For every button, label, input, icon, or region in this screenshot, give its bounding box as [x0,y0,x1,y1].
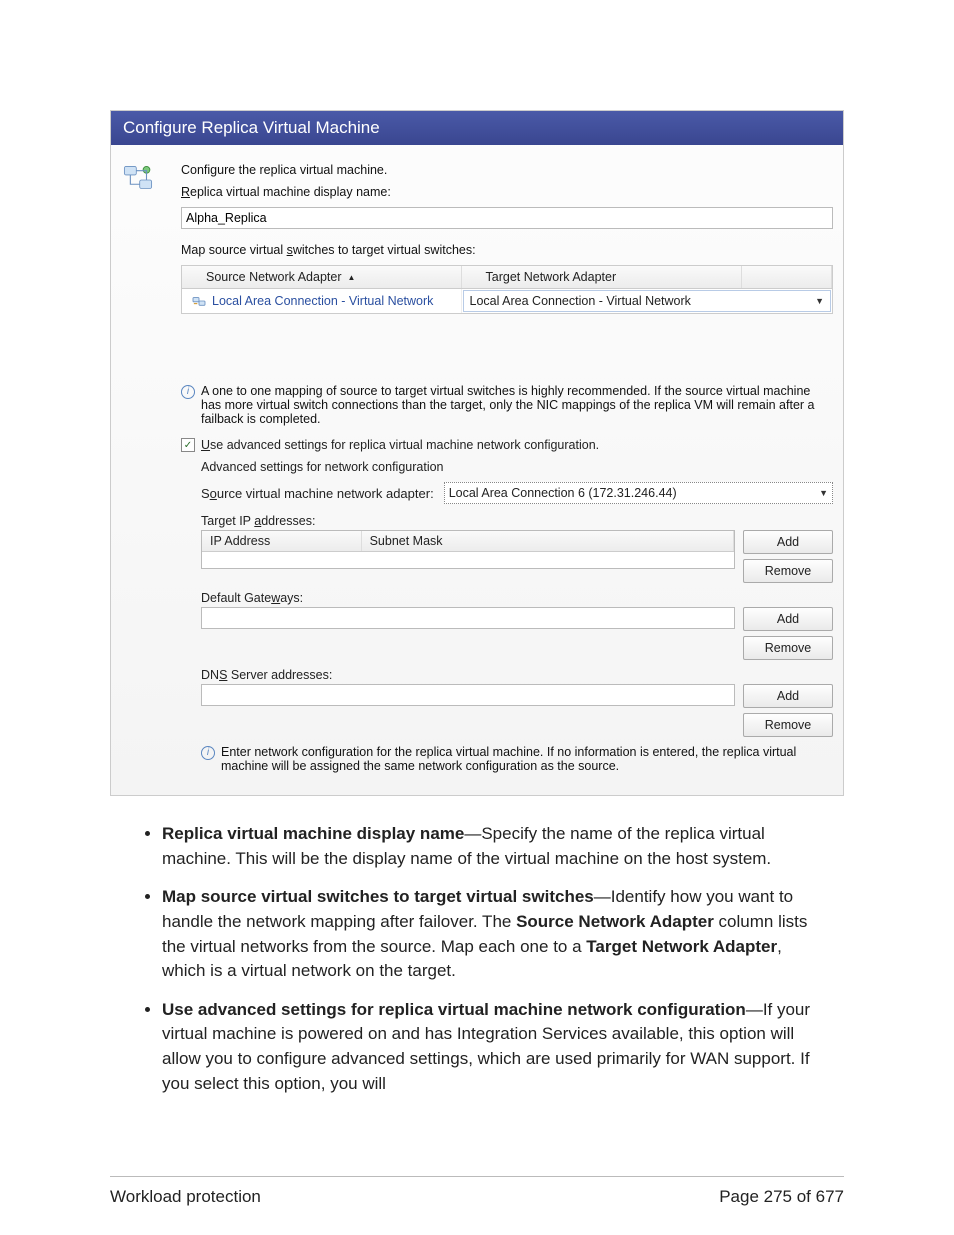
target-ip-label: Target IP addresses: [201,514,833,528]
dialog-title: Configure Replica Virtual Machine [111,111,843,145]
gateway-remove-button[interactable]: Remove [743,636,833,660]
info-icon: i [201,746,215,760]
switch-mapping-table: Source Network Adapter▲ Target Network A… [181,265,833,314]
dns-remove-button[interactable]: Remove [743,713,833,737]
document-body: Replica virtual machine display name—Spe… [110,822,844,1096]
info-text-2: Enter network configuration for the repl… [221,745,833,773]
network-icon [121,163,155,197]
footer-right: Page 275 of 677 [719,1187,844,1207]
advanced-settings-label: Use advanced settings for replica virtua… [201,438,599,452]
advanced-settings-checkbox[interactable]: ✓ [181,438,195,452]
gateway-grid[interactable] [201,607,735,629]
col-source-header[interactable]: Source Network Adapter▲ [182,266,462,288]
footer-left: Workload protection [110,1187,261,1207]
list-item: Use advanced settings for replica virtua… [162,998,826,1097]
map-label: Map source virtual switches to target vi… [181,243,833,257]
gateway-add-button[interactable]: Add [743,607,833,631]
ip-remove-button[interactable]: Remove [743,559,833,583]
ip-address-grid[interactable]: IP Address Subnet Mask [201,530,735,569]
dns-grid[interactable] [201,684,735,706]
replica-name-input[interactable] [181,207,833,229]
advanced-section-title: Advanced settings for network configurat… [201,460,833,474]
subnet-col-header: Subnet Mask [362,531,734,551]
source-adapter-dropdown[interactable]: Local Area Connection 6 (172.31.246.44) … [444,482,833,504]
list-item: Replica virtual machine display name—Spe… [162,822,826,871]
table-row: Local Area Connection - Virtual Network … [182,289,832,313]
target-adapter-dropdown[interactable]: Local Area Connection - Virtual Network … [463,290,832,312]
source-adapter-label: Source virtual machine network adapter: [201,486,434,501]
list-item: Map source virtual switches to target vi… [162,885,826,984]
info-text-1: A one to one mapping of source to target… [201,384,833,426]
dns-label: DNS Server addresses: [201,668,833,682]
adapter-icon [192,295,206,307]
info-icon: i [181,385,195,399]
ip-add-button[interactable]: Add [743,530,833,554]
dialog: Configure Replica Virtual Machine Config… [110,110,844,796]
col-target-header[interactable]: Target Network Adapter [462,266,743,288]
gateway-label: Default Gateways: [201,591,833,605]
chevron-down-icon: ▼ [819,488,828,498]
chevron-down-icon: ▼ [815,296,824,306]
sort-asc-icon: ▲ [348,273,356,282]
dns-add-button[interactable]: Add [743,684,833,708]
ip-col-header: IP Address [202,531,362,551]
name-label: Replica virtual machine display name: [181,185,833,199]
intro-text: Configure the replica virtual machine. [181,163,833,177]
